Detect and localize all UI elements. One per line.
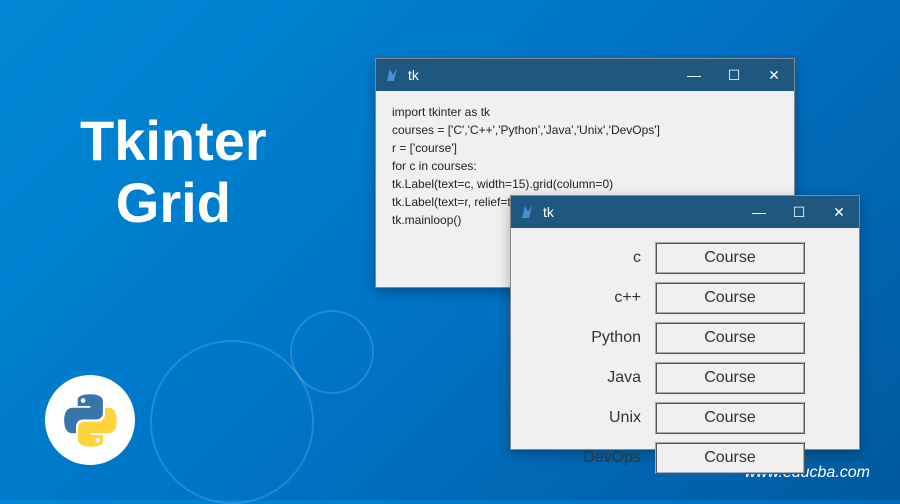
label-col0: DevOps — [531, 446, 641, 470]
label-col1: Course — [655, 242, 805, 274]
minimize-button[interactable]: — — [674, 59, 714, 91]
label-col0: Java — [531, 366, 641, 390]
label-col1: Course — [655, 282, 805, 314]
title-line2: Grid — [116, 171, 231, 234]
table-row: DevOps Course — [531, 442, 839, 474]
output-window: tk — ☐ ✕ c Course c++ Course Python Cour… — [510, 195, 860, 450]
tk-feather-icon — [384, 67, 400, 83]
label-col0: c — [531, 246, 641, 270]
code-line: for c in courses: — [392, 157, 778, 175]
title-line1: Tkinter — [80, 109, 267, 172]
label-col1: Course — [655, 322, 805, 354]
label-col1: Course — [655, 402, 805, 434]
table-row: c++ Course — [531, 282, 839, 314]
minimize-button[interactable]: — — [739, 196, 779, 228]
table-row: Unix Course — [531, 402, 839, 434]
python-logo-badge — [45, 375, 135, 465]
grid-output: c Course c++ Course Python Course Java C… — [511, 228, 859, 496]
window-controls: — ☐ ✕ — [674, 59, 794, 91]
close-button[interactable]: ✕ — [754, 59, 794, 91]
label-col1: Course — [655, 442, 805, 474]
close-button[interactable]: ✕ — [819, 196, 859, 228]
gear-decoration — [290, 310, 370, 390]
table-row: Python Course — [531, 322, 839, 354]
code-line: import tkinter as tk — [392, 103, 778, 121]
titlebar: tk — ☐ ✕ — [511, 196, 859, 228]
python-logo-icon — [63, 393, 118, 448]
label-col1: Course — [655, 362, 805, 394]
page-title: Tkinter Grid — [80, 110, 267, 233]
gear-decoration — [150, 340, 310, 500]
label-col0: c++ — [531, 286, 641, 310]
table-row: Java Course — [531, 362, 839, 394]
label-col0: Python — [531, 326, 641, 350]
tk-feather-icon — [519, 204, 535, 220]
label-col0: Unix — [531, 406, 641, 430]
window-title: tk — [408, 67, 674, 83]
maximize-button[interactable]: ☐ — [779, 196, 819, 228]
code-line: r = ['course'] — [392, 139, 778, 157]
window-controls: — ☐ ✕ — [739, 196, 859, 228]
code-line: courses = ['C','C++','Python','Java','Un… — [392, 121, 778, 139]
table-row: c Course — [531, 242, 839, 274]
window-title: tk — [543, 204, 739, 220]
titlebar: tk — ☐ ✕ — [376, 59, 794, 91]
maximize-button[interactable]: ☐ — [714, 59, 754, 91]
code-line: tk.Label(text=c, width=15).grid(column=0… — [392, 175, 778, 193]
